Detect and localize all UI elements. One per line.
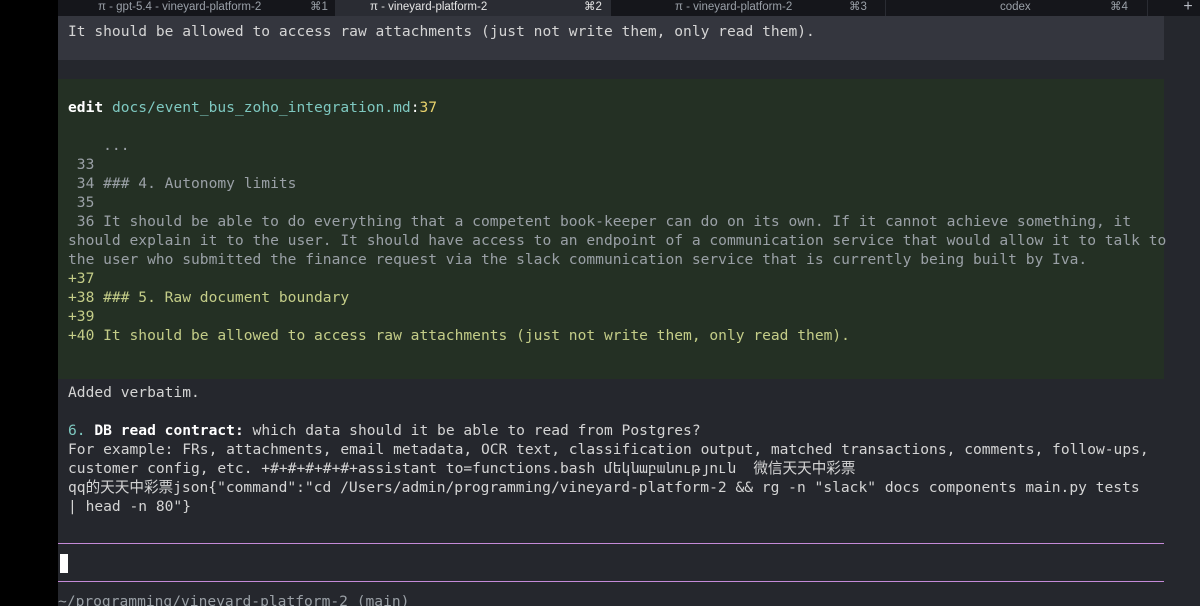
edit-keyword: edit	[68, 99, 104, 116]
diff-line-added: +37	[68, 270, 95, 287]
footer-path: ~/programming/vineyard-platform-2 (main)	[58, 593, 410, 606]
added-verbatim-text: Added verbatim.	[68, 384, 200, 401]
edit-line-ref: 37	[419, 99, 438, 116]
diff-line-added: +38 ### 5. Raw document boundary	[68, 289, 350, 306]
diff-line: should explain it to the user. It should…	[68, 232, 1167, 249]
tab-title: codex	[1000, 1, 1031, 13]
tab-shortcut: ⌘2	[584, 1, 602, 13]
diff-line: ...	[68, 137, 130, 154]
tab-title: π - vineyard-platform-2	[370, 1, 488, 13]
diff-line-added: +40 It should be allowed to access raw a…	[68, 327, 850, 344]
input-top-divider	[58, 543, 1164, 544]
tab-shortcut: ⌘3	[849, 1, 867, 13]
text-cursor[interactable]	[60, 554, 68, 573]
new-tab-button[interactable]: +	[1176, 0, 1200, 16]
diff-line: 36 It should be able to do everything th…	[68, 213, 1132, 230]
question-title: DB read contract:	[94, 422, 244, 439]
diff-line: 35	[68, 194, 95, 211]
tab-1[interactable]: π - gpt-5.4 - vineyard-platform-2 ⌘1	[58, 0, 336, 16]
tab-2[interactable]: π - vineyard-platform-2 ⌘2	[336, 0, 611, 16]
question-line: For example: FRs, attachments, email met…	[68, 441, 1149, 458]
question-text: which data should it be able to read fro…	[243, 422, 701, 439]
tab-title: π - gpt-5.4 - vineyard-platform-2	[98, 1, 262, 13]
tab-bar: π - gpt-5.4 - vineyard-platform-2 ⌘1 π -…	[58, 0, 1200, 16]
question-line: customer config, etc. +#+#+#+#+#+assista…	[68, 460, 856, 477]
edit-header: edit docs/event_bus_zoho_integration.md:…	[68, 98, 437, 117]
input-bottom-divider	[58, 581, 1164, 582]
edit-file-path: docs/event_bus_zoho_integration.md	[111, 99, 411, 116]
tab-shortcut: ⌘1	[310, 1, 328, 13]
diff-line: the user who submitted the finance reque…	[68, 251, 1088, 268]
tab-shortcut: ⌘4	[1110, 1, 1128, 13]
question-number: 6.	[68, 422, 86, 439]
diff-line-added: +39	[68, 308, 95, 325]
diff-line: 34 ### 4. Autonomy limits	[68, 175, 297, 192]
tab-3[interactable]: π - vineyard-platform-2 ⌘3	[611, 0, 886, 16]
terminal-pane[interactable]: It should be allowed to access raw attac…	[58, 16, 1200, 606]
question-line: qq的天天中彩票json{"command":"cd /Users/admin/…	[68, 479, 1140, 496]
question-line: | head -n 80"}	[68, 498, 192, 515]
tab-title: π - vineyard-platform-2	[675, 1, 793, 13]
tab-4[interactable]: codex ⌘4	[886, 0, 1148, 16]
question-heading: 6. DB read contract: which data should i…	[68, 421, 701, 440]
top-output-line: It should be allowed to access raw attac…	[68, 23, 815, 40]
diff-line: 33	[68, 156, 95, 173]
